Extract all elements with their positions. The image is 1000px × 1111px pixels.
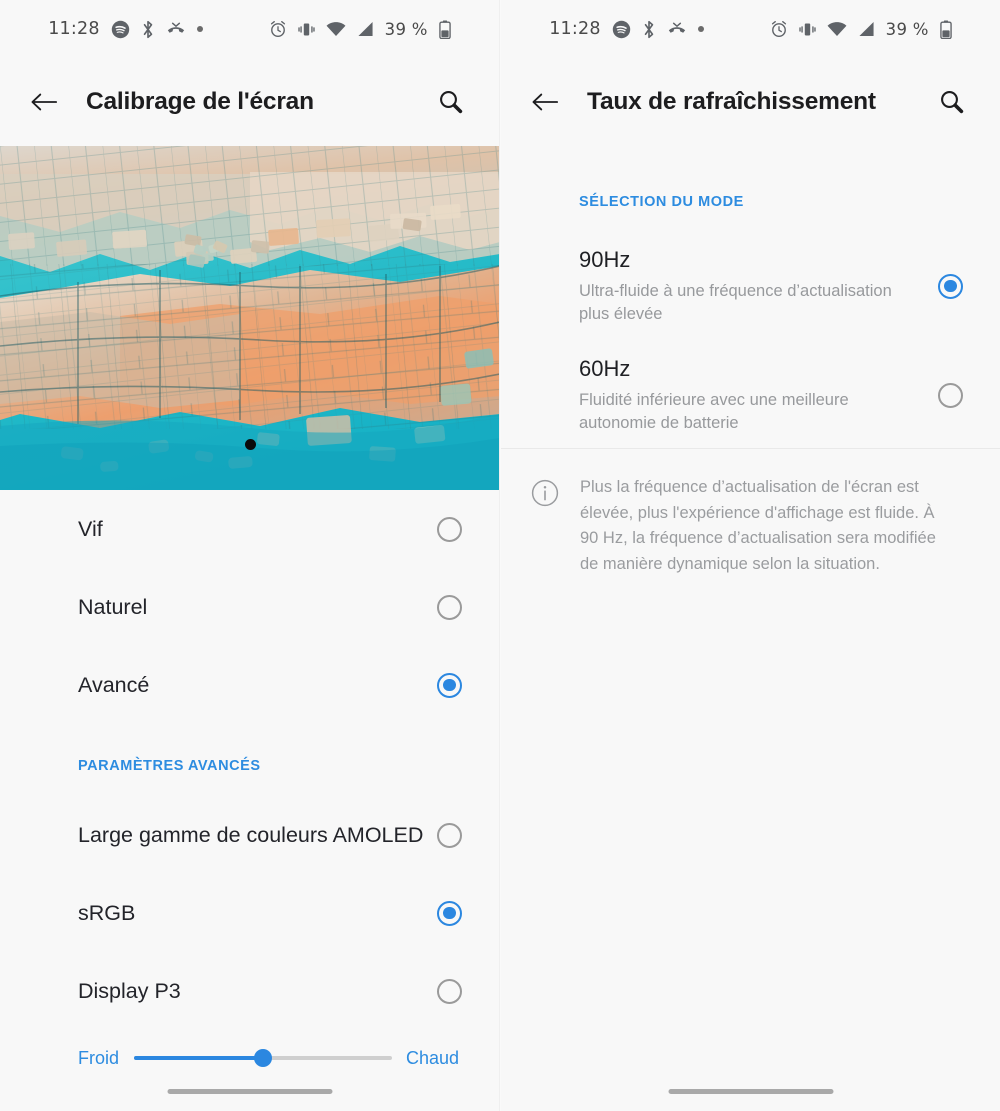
refresh-rate-note: Plus la fréquence d’actualisation de l'é… [501,449,1000,578]
alarm-icon [269,20,287,38]
row-mode-90hz[interactable]: 90Hz Ultra-fluide à une fréquence d’actu… [501,230,1000,342]
mode-label: Avancé [78,672,150,697]
radio-avance[interactable] [437,672,462,698]
screen-display-calibration: 11:28 39 % Calibrage de l'écran Vif Natu… [0,0,500,1111]
page-title: Calibrage de l'écran [86,88,314,115]
dual-screenshot: 11:28 39 % Calibrage de l'écran Vif Natu… [0,0,1000,1111]
section-header-mode-selection: SÉLECTION DU MODE [579,194,744,210]
vibrate-icon [297,21,315,38]
row-mode-vif[interactable]: Vif [0,490,499,568]
status-bar-left: 11:28 39 % [0,0,499,58]
battery-percent: 39 % [384,19,428,39]
call-missed-icon [667,21,687,37]
camera-cutout-dot [245,439,256,450]
battery-percent: 39 % [885,19,929,39]
status-time: 11:28 [549,19,601,39]
wifi-icon [827,21,847,37]
option-label: Large gamme de couleurs AMOLED [78,822,424,847]
back-button[interactable] [521,78,569,126]
home-indicator-left[interactable] [167,1089,332,1094]
row-option-srgb[interactable]: sRGB [0,874,499,952]
wallpaper-preview [0,146,499,490]
mode-title: 90Hz [579,247,631,273]
search-icon [941,91,964,114]
mode-title: 60Hz [579,356,631,382]
spotify-icon [111,20,130,39]
mode-label: Vif [78,516,103,541]
mode-90hz-texts: 90Hz Ultra-fluide à une fréquence d’actu… [579,247,938,324]
temperature-slider[interactable]: Froid Chaud [0,1047,499,1069]
slider-fill [134,1056,263,1060]
dot-icon [697,26,704,32]
option-label: Display P3 [78,978,181,1003]
search-icon [440,91,463,114]
back-button[interactable] [20,78,68,126]
row-mode-60hz[interactable]: 60Hz Fluidité inférieure avec une meille… [501,342,1000,448]
appbar-right: Taux de rafraîchissement [501,58,1000,146]
battery-icon [940,20,952,39]
radio-amoled[interactable] [437,822,462,848]
slider-label-warm: Chaud [405,1047,459,1068]
radio-srgb[interactable] [437,900,462,926]
info-icon [523,471,567,515]
search-button[interactable] [928,78,976,126]
wifi-icon [326,21,346,37]
mode-label: Naturel [78,594,148,619]
row-option-display-p3[interactable]: Display P3 [0,952,499,1030]
screen-refresh-rate: 11:28 39 % Taux de rafraîchissement SÉLE… [500,0,1000,1111]
row-mode-naturel[interactable]: Naturel [0,568,499,646]
signal-icon [357,21,374,37]
bluetooth-icon [141,20,155,39]
signal-icon [858,21,875,37]
bluetooth-icon [642,20,656,39]
home-indicator-right[interactable] [668,1089,833,1094]
call-missed-icon [166,21,186,37]
status-bar-right: 11:28 39 % [501,0,1000,58]
slider-track[interactable] [134,1047,392,1069]
note-text: Plus la fréquence d’actualisation de l'é… [580,478,936,574]
mode-description: Fluidité inférieure avec une meilleure a… [579,391,849,432]
row-mode-avance[interactable]: Avancé [0,646,499,724]
section-header-advanced: PARAMÈTRES AVANCÉS [78,758,261,774]
arrow-back-icon [31,93,58,111]
arrow-back-icon [532,93,559,111]
page-title: Taux de rafraîchissement [587,88,876,115]
search-button[interactable] [427,78,475,126]
alarm-icon [770,20,788,38]
appbar-left: Calibrage de l'écran [0,58,499,146]
spotify-icon [612,20,631,39]
radio-display-p3[interactable] [437,978,462,1004]
status-time: 11:28 [48,19,100,39]
row-option-amoled[interactable]: Large gamme de couleurs AMOLED [0,796,499,874]
radio-naturel[interactable] [437,594,462,620]
radio-60hz[interactable] [938,382,963,408]
battery-icon [439,20,451,39]
mode-60hz-texts: 60Hz Fluidité inférieure avec une meille… [579,356,938,433]
vibrate-icon [798,21,816,38]
slider-label-cold: Froid [78,1047,120,1068]
dot-icon [196,26,203,32]
slider-thumb[interactable] [253,1049,272,1067]
mode-description: Ultra-fluide à une fréquence d’actualisa… [579,282,892,323]
radio-90hz[interactable] [938,273,963,299]
option-label: sRGB [78,900,136,925]
radio-vif[interactable] [437,516,462,542]
